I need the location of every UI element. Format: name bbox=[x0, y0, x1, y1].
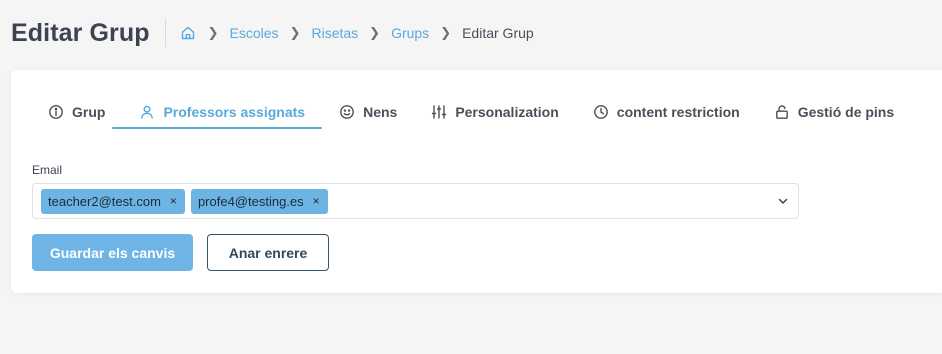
tab-label: content restriction bbox=[616, 104, 740, 120]
chevron-right-icon: ❯ bbox=[369, 25, 381, 40]
tab-label: Nens bbox=[363, 104, 398, 120]
tab-bar: Grup Professors assignats Nens Personali… bbox=[48, 100, 928, 130]
email-tag-text: teacher2@test.com bbox=[48, 193, 161, 209]
tab-grup[interactable]: Grup bbox=[48, 100, 105, 124]
breadcrumb-risetas[interactable]: Risetas bbox=[311, 25, 358, 41]
sliders-icon bbox=[431, 104, 447, 120]
email-tag: teacher2@test.com × bbox=[41, 188, 185, 214]
edit-group-card: Grup Professors assignats Nens Personali… bbox=[11, 70, 942, 293]
tab-label: Grup bbox=[72, 104, 106, 120]
info-icon bbox=[48, 104, 64, 120]
breadcrumb-escoles[interactable]: Escoles bbox=[230, 25, 279, 41]
email-tag-text: profe4@testing.es bbox=[197, 193, 304, 209]
chevron-right-icon: ❯ bbox=[289, 25, 301, 40]
email-tag: profe4@testing.es × bbox=[190, 188, 328, 214]
tab-professors-assignats[interactable]: Professors assignats bbox=[112, 100, 322, 129]
page-title: Editar Grup bbox=[11, 18, 150, 47]
chevron-right-icon: ❯ bbox=[207, 25, 219, 40]
chevron-down-icon[interactable] bbox=[777, 195, 789, 207]
title-divider bbox=[164, 19, 166, 47]
chevron-right-icon: ❯ bbox=[440, 25, 452, 40]
breadcrumb-grups[interactable]: Grups bbox=[391, 25, 429, 41]
save-button[interactable]: Guardar els canvis bbox=[32, 234, 193, 271]
breadcrumb: ❯ Escoles ❯ Risetas ❯ Grups ❯ Editar Gru… bbox=[180, 25, 534, 41]
tab-content-restriction[interactable]: content restriction bbox=[593, 100, 740, 124]
tab-label: Personalization bbox=[455, 104, 559, 120]
breadcrumb-current: Editar Grup bbox=[462, 25, 534, 41]
tab-label: Professors assignats bbox=[163, 104, 306, 120]
tab-personalization[interactable]: Personalization bbox=[431, 100, 559, 124]
smile-icon bbox=[339, 104, 355, 120]
remove-tag-icon[interactable]: × bbox=[170, 194, 177, 208]
back-button[interactable]: Anar enrere bbox=[207, 234, 329, 271]
tab-gestio-de-pins[interactable]: Gestió de pins bbox=[774, 100, 894, 124]
clock-icon bbox=[593, 104, 609, 120]
user-icon bbox=[139, 104, 155, 120]
email-multiselect[interactable]: teacher2@test.com × profe4@testing.es × bbox=[32, 183, 799, 219]
page-header: Editar Grup ❯ Escoles ❯ Risetas ❯ Grups … bbox=[0, 0, 942, 66]
lock-icon bbox=[774, 104, 790, 120]
tab-nens[interactable]: Nens bbox=[339, 100, 397, 124]
email-label: Email bbox=[32, 163, 63, 177]
home-icon[interactable] bbox=[180, 25, 196, 41]
tab-label: Gestió de pins bbox=[797, 104, 895, 120]
remove-tag-icon[interactable]: × bbox=[313, 194, 320, 208]
